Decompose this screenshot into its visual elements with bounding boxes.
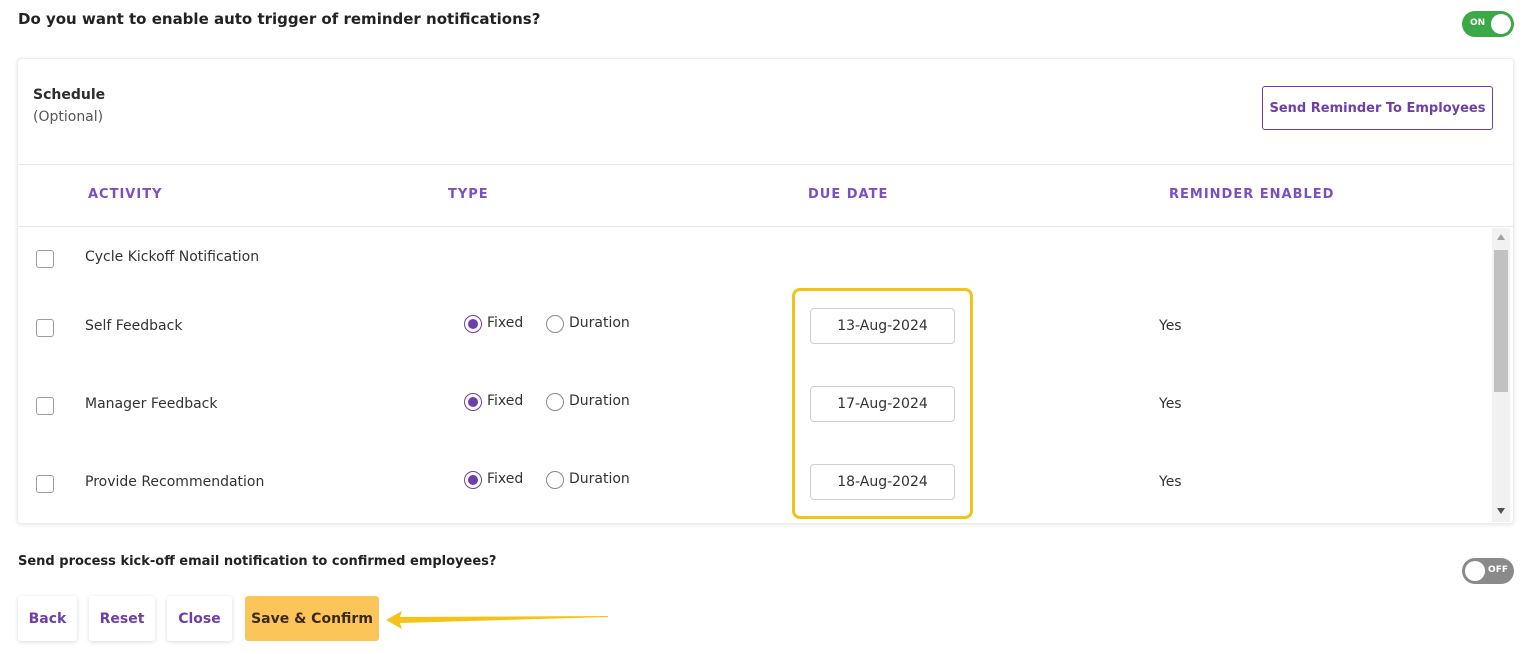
type-fixed-radio[interactable]: [464, 471, 482, 489]
row-checkbox[interactable]: [36, 397, 54, 415]
activity-label: Cycle Kickoff Notification: [85, 249, 260, 265]
column-header-reminder-enabled: REMINDER ENABLED: [1169, 187, 1335, 202]
toggle-off-label: OFF: [1488, 565, 1508, 575]
scroll-up-arrow-icon[interactable]: [1497, 234, 1505, 240]
activity-label: Provide Recommendation: [85, 474, 265, 490]
auto-trigger-question: Do you want to enable auto trigger of re…: [18, 10, 541, 28]
scroll-down-arrow-icon[interactable]: [1497, 508, 1505, 514]
activity-label: Manager Feedback: [85, 396, 218, 412]
table-header-divider: [18, 226, 1513, 227]
back-button[interactable]: Back: [18, 596, 77, 641]
type-fixed-label: Fixed: [487, 471, 524, 487]
type-duration-radio[interactable]: [546, 315, 564, 333]
row-checkbox[interactable]: [36, 475, 54, 493]
save-confirm-button[interactable]: Save & Confirm: [245, 596, 379, 641]
type-duration-label: Duration: [569, 315, 630, 331]
auto-trigger-toggle[interactable]: ON: [1462, 11, 1514, 37]
toggle-on-label: ON: [1470, 18, 1486, 28]
type-fixed-label: Fixed: [487, 315, 524, 331]
send-reminder-button[interactable]: Send Reminder To Employees: [1262, 86, 1493, 130]
header-divider: [18, 164, 1513, 165]
column-header-due-date: DUE DATE: [808, 187, 889, 202]
scrollbar-thumb[interactable]: [1494, 250, 1508, 392]
row-checkbox[interactable]: [36, 319, 54, 337]
column-header-activity: ACTIVITY: [88, 187, 163, 202]
reset-button[interactable]: Reset: [89, 596, 155, 641]
type-duration-radio[interactable]: [546, 393, 564, 411]
schedule-subtitle: (Optional): [33, 109, 104, 125]
due-date-highlight: [792, 288, 973, 519]
reminder-enabled-value: Yes: [1159, 396, 1182, 412]
pointer-arrow-icon: [386, 611, 608, 629]
kickoff-email-question: Send process kick-off email notification…: [18, 554, 497, 569]
type-fixed-radio[interactable]: [464, 315, 482, 333]
type-fixed-label: Fixed: [487, 393, 524, 409]
toggle-knob: [1465, 561, 1485, 581]
schedule-title: Schedule: [33, 87, 106, 103]
type-fixed-radio[interactable]: [464, 393, 482, 411]
close-button[interactable]: Close: [167, 596, 232, 641]
column-header-type: TYPE: [448, 187, 489, 202]
type-duration-label: Duration: [569, 471, 630, 487]
activity-label: Self Feedback: [85, 318, 183, 334]
toggle-knob: [1491, 14, 1511, 34]
type-duration-radio[interactable]: [546, 471, 564, 489]
row-checkbox[interactable]: [36, 250, 54, 268]
type-duration-label: Duration: [569, 393, 630, 409]
kickoff-email-toggle[interactable]: OFF: [1462, 558, 1514, 584]
reminder-enabled-value: Yes: [1159, 474, 1182, 490]
reminder-enabled-value: Yes: [1159, 318, 1182, 334]
